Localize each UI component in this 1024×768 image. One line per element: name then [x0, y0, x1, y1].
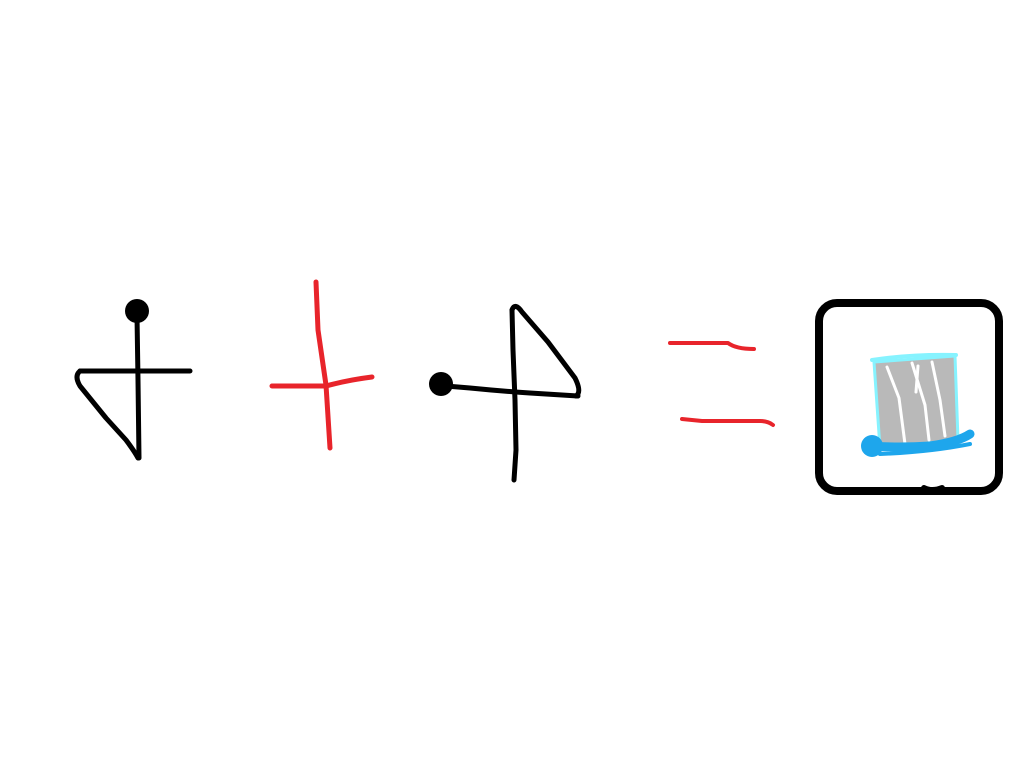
plus-operator-icon	[269, 279, 375, 451]
glyph-1-triangle	[74, 368, 141, 461]
result-boat-icon	[815, 299, 1003, 495]
equals-operator-icon	[668, 341, 775, 427]
drawing-canvas	[74, 279, 1003, 495]
glyph-3-stem	[509, 307, 519, 483]
plus-vertical-stroke	[313, 279, 333, 451]
glyph-3-triangle	[509, 304, 582, 399]
plus-horizontal-stroke	[269, 374, 375, 389]
sail-stripe-4	[914, 364, 920, 394]
glyph-1-stem	[134, 313, 142, 461]
equals-bottom-stroke	[680, 417, 775, 427]
glyph-flag-right-icon	[429, 304, 582, 483]
result-frame-tail	[921, 485, 945, 493]
glyph-arrow-down-left-icon	[74, 299, 193, 461]
equals-top-stroke	[668, 341, 756, 351]
